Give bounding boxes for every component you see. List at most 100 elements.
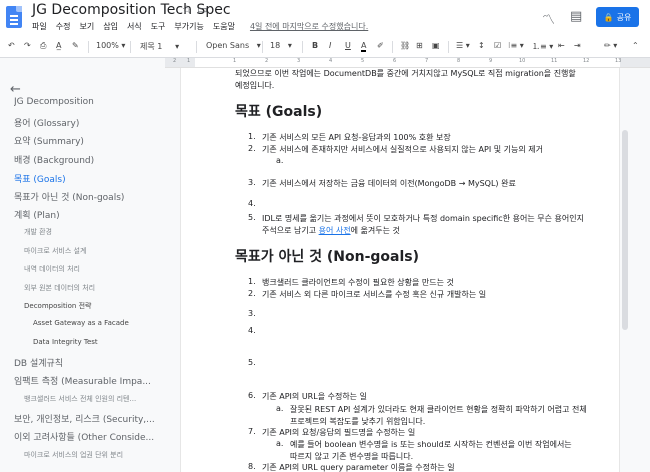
menu-edit[interactable]: 수정 [56,21,71,32]
editing-mode-icon[interactable]: ✏ ▾ [604,41,617,50]
underline-icon[interactable]: U [345,41,351,50]
collapse-toolbar-icon[interactable]: ⌃ [632,41,639,50]
list-marker: 2. [248,144,256,153]
list-marker: 5. [248,213,256,222]
menu-addons[interactable]: 부가기능 [174,21,203,32]
increase-indent-icon[interactable]: ⇥ [574,41,581,50]
paragraph-style-select[interactable]: 제목 1 ▾ [140,41,179,52]
horizontal-ruler[interactable]: 2 1 1 2 3 4 5 6 7 8 9 10 11 12 13 [165,58,650,68]
menu-tools[interactable]: 도구 [151,21,166,32]
outline-item[interactable]: 용어 (Glossary) [14,116,160,129]
list-marker: a. [276,439,284,448]
numbered-list-icon[interactable]: ⒈≡ ▾ [532,41,553,52]
list-text: 따르지 않고 기존 변수명을 따릅니다. [290,452,414,461]
back-arrow-icon[interactable]: ← [10,82,21,97]
outline-item[interactable]: 뱅크샐러드 서비스 전체 인원의 리텐... [24,394,160,404]
outline-item[interactable]: Asset Gateway as a Facade [33,319,160,327]
font-size-value: 18 [270,41,281,50]
paint-format-icon[interactable]: ✎ [72,41,79,50]
glossary-link[interactable]: 용어 사전 [319,226,351,235]
document-page[interactable]: 되었으므로 이번 작업에는 DocumentDB를 중간에 거치지않고 MySQ… [180,68,620,472]
list-marker: 6. [248,391,256,400]
checklist-icon[interactable]: ☑ [494,41,501,50]
list-marker: 2. [248,289,256,298]
redo-icon[interactable]: ↷ [24,41,31,50]
list-marker: 4. [248,199,256,208]
list-marker: a. [276,156,284,165]
outline-item[interactable]: 이외 고려사항들 (Other Conside... [14,430,160,443]
outline-item[interactable]: Data Integrity Test [33,338,160,346]
activity-trend-icon[interactable]: 〽 [542,9,555,28]
zoom-select[interactable]: 100% ▾ [96,41,125,50]
share-button[interactable]: 🔒 공유 [596,7,639,27]
ruler-gutter [0,58,165,68]
font-select[interactable]: Open Sans ▾ [206,41,261,50]
font-size-select[interactable]: 18 ▾ [270,41,292,50]
list-marker: 4. [248,326,256,335]
goal-5-text-end: 에 옮겨두는 것 [350,226,400,235]
link-icon[interactable]: ⛓ [400,41,410,50]
outline-item[interactable]: DB 설계규칙 [14,356,160,369]
outline-item[interactable]: 배경 (Background) [14,153,160,166]
zoom-value: 100% [96,41,119,50]
line-spacing-icon[interactable]: ↕ [478,41,485,50]
list-text: 뱅크샐러드 클라이언트의 수정이 필요한 상황을 만드는 것 [262,278,454,287]
italic-icon[interactable]: I [329,41,331,50]
outline-item[interactable]: Decomposition 전략 [24,301,160,311]
list-text: 기존 API의 URL query parameter 이름을 수정하는 일 [262,463,455,472]
intro-text-line: 예정입니다. [235,81,275,90]
menu-insert[interactable]: 삽입 [103,21,118,32]
align-left-icon[interactable]: ☰ ▾ [456,41,470,50]
list-text: 잘못된 REST API 설계가 있더라도 현재 클라이언트 현황을 정확히 파… [290,405,587,414]
undo-icon[interactable]: ↶ [8,41,15,50]
bulleted-list-icon[interactable]: ⁝≡ ▾ [508,41,524,50]
list-marker: 8. [248,462,256,471]
outline-item[interactable]: JG Decomposition [14,97,160,107]
outline-item[interactable]: 내역 데이터의 처리 [24,264,160,274]
menu-view[interactable]: 보기 [79,21,94,32]
document-outline: ← JG Decomposition 용어 (Glossary) 요약 (Summa… [0,68,165,472]
menu-help[interactable]: 도움말 [213,21,235,32]
outline-item[interactable]: 계획 (Plan) [14,208,160,221]
move-folder-icon[interactable]: ▭ [197,3,207,16]
outline-item[interactable]: 임팩트 측정 (Measurable Impa... [14,374,160,387]
outline-item[interactable]: 마이크로 서비스의 업권 단위 분리 [24,450,160,460]
vertical-scrollbar[interactable] [622,130,628,330]
text-color-icon[interactable]: A [361,41,367,52]
print-icon[interactable]: ⎙ [40,41,46,51]
comment-icon[interactable]: ▤ [570,9,582,24]
list-text: 기존 API의 요청/응답의 필드명을 수정하는 일 [262,428,416,437]
formatting-toolbar: ↶ ↷ ⎙ A̲ ✎ 100% ▾ 제목 1 ▾ Open Sans ▾ 18 … [0,36,650,58]
lock-icon: 🔒 [603,12,614,22]
list-marker: a. [276,404,284,413]
last-edit-link[interactable]: 4일 전에 마지막으로 수정했습니다. [250,21,368,32]
highlight-icon[interactable]: ✐ [377,41,384,50]
list-text: 기존 서비스의 모든 API 요청-응답과의 100% 호환 보장 [262,133,451,142]
app-header: JG Decomposition Tech Spec ☆ ▭ 파일 수정 보기 … [0,0,650,36]
menu-bar: 파일 수정 보기 삽입 서식 도구 부가기능 도움말 4일 전에 마지막으로 수… [32,21,368,32]
menu-file[interactable]: 파일 [32,21,47,32]
bold-icon[interactable]: B [312,41,318,50]
outline-item[interactable]: 마이크로 서비스 설계 [24,246,160,256]
outline-item[interactable]: 요약 (Summary) [14,134,160,147]
outline-item[interactable]: 목표가 아닌 것 (Non-goals) [14,190,160,203]
list-text: 기존 API의 URL을 수정하는 일 [262,392,367,401]
outline-item[interactable]: 개발 환경 [24,227,160,237]
outline-item[interactable]: 보안, 개인정보, 리스크 (Security,... [14,412,160,425]
decrease-indent-icon[interactable]: ⇤ [558,41,565,50]
docs-logo-icon[interactable] [6,6,22,28]
outline-item[interactable]: 외부 원본 데이터의 처리 [24,283,160,293]
add-comment-icon[interactable]: ⊞ [416,41,423,50]
list-text: IDL로 명세를 옮기는 과정에서 뜻이 모호하거나 특정 domain spe… [262,214,584,223]
list-marker: 1. [248,132,256,141]
style-value: 제목 1 [140,42,163,51]
list-marker: 3. [248,309,256,318]
star-icon[interactable]: ☆ [182,3,192,16]
outline-item[interactable]: 목표 (Goals) [14,172,160,185]
spellcheck-icon[interactable]: A̲ [56,41,61,50]
list-marker: 1. [248,277,256,286]
menu-format[interactable]: 서식 [127,21,142,32]
insert-image-icon[interactable]: ▣ [432,41,440,50]
list-text: 기존 서비스 외 다른 마이크로 서비스를 수정 혹은 신규 개발하는 일 [262,290,487,299]
list-text: 기존 서비스에 존재하지만 서비스에서 실질적으로 사용되지 않는 API 및 … [262,145,543,154]
